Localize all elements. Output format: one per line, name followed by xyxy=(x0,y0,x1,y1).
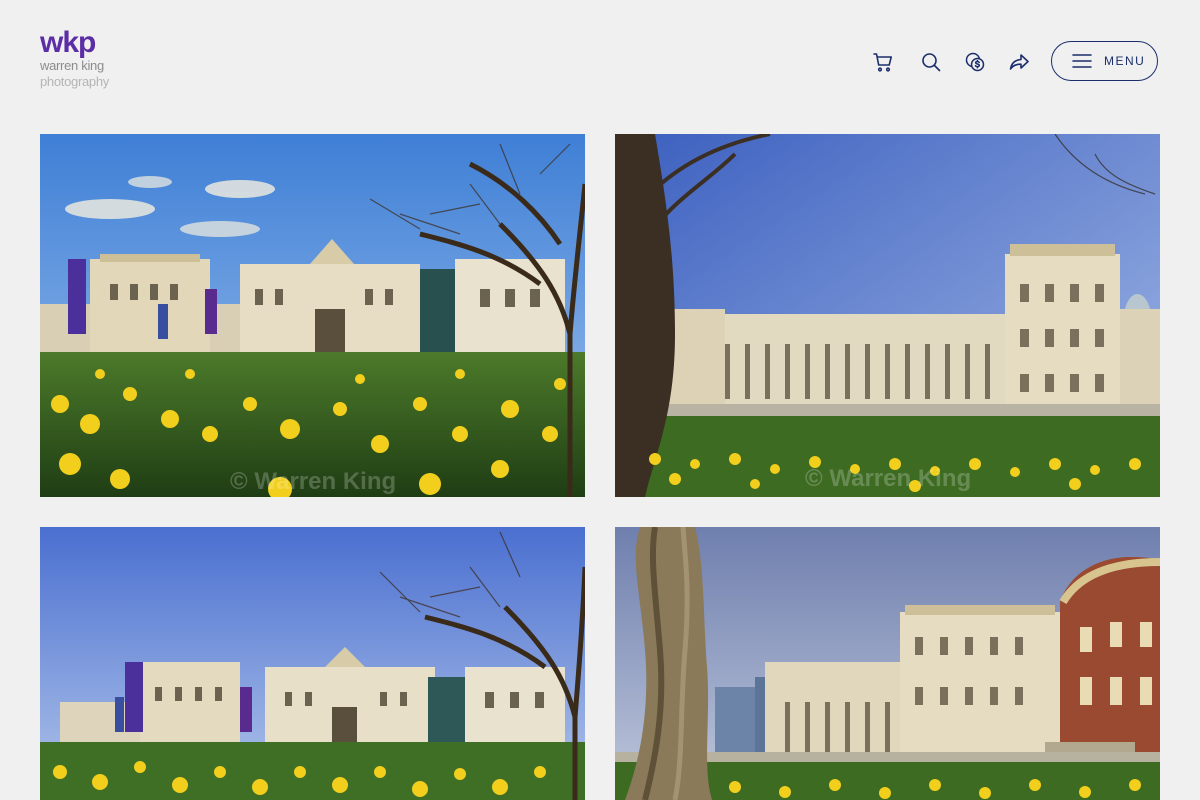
gallery-photo-2[interactable]: © Warren King xyxy=(615,134,1160,497)
photo-4-image xyxy=(615,527,1160,800)
photo-3-image xyxy=(40,527,585,800)
currency-button[interactable] xyxy=(961,48,989,76)
cart-icon xyxy=(873,53,892,72)
logo-mark: wkp xyxy=(40,26,96,59)
gallery-photo-3[interactable] xyxy=(40,527,585,800)
site-header: wkp warren king photography MENU xyxy=(0,0,1200,120)
search-button[interactable] xyxy=(917,48,945,76)
menu-label: MENU xyxy=(1104,54,1146,68)
photo-1-image: © Warren King xyxy=(40,134,585,497)
brand-logo[interactable]: wkp warren king photography xyxy=(40,28,120,92)
share-icon xyxy=(1009,54,1029,70)
photo-2-watermark: © Warren King xyxy=(805,465,971,492)
photo-2-image: © Warren King xyxy=(615,134,1160,497)
photo-1-watermark: © Warren King xyxy=(230,468,396,495)
gallery-photo-4[interactable] xyxy=(615,527,1160,800)
share-button[interactable] xyxy=(1005,48,1033,76)
currency-icon xyxy=(965,52,985,72)
cart-button[interactable] xyxy=(869,48,897,76)
logo-name: warren king xyxy=(40,58,104,73)
hamburger-icon xyxy=(1072,54,1092,68)
logo-mark-text: wkp xyxy=(40,26,96,59)
menu-button[interactable]: MENU xyxy=(1051,41,1158,81)
gallery-photo-1[interactable]: © Warren King xyxy=(40,134,585,497)
logo-tagline: photography xyxy=(40,74,109,89)
search-icon xyxy=(922,53,941,72)
